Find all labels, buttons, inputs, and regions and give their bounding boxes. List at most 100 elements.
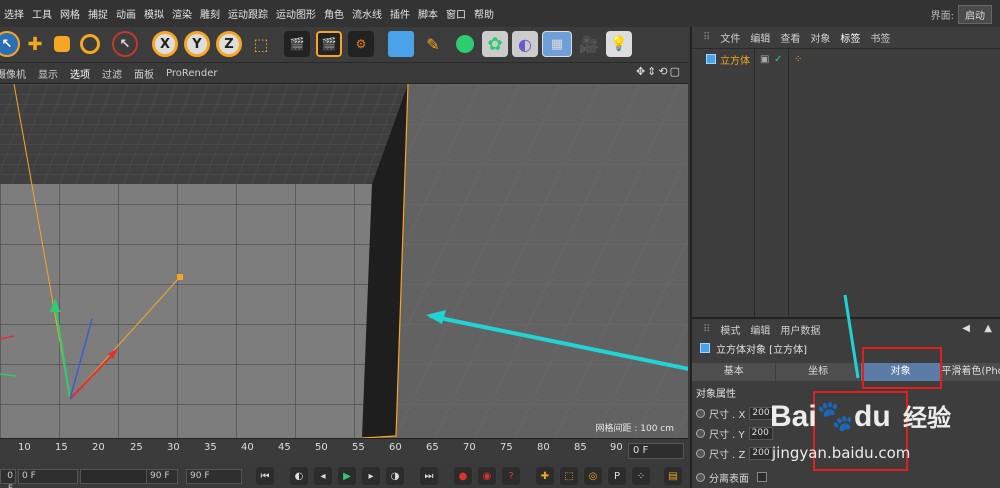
objmgr-menu-view[interactable]: 查看 xyxy=(775,30,805,45)
menu-simulate[interactable]: 模拟 xyxy=(140,6,168,21)
tab-phong[interactable]: 平滑着色(Pho xyxy=(941,363,1000,381)
size-z-radio[interactable] xyxy=(696,448,705,458)
key-point-icon[interactable]: ⁘ xyxy=(632,467,650,485)
menu-select[interactable]: 选择 xyxy=(0,6,28,21)
size-x-label: 尺寸 . X xyxy=(709,409,746,421)
menu-animate[interactable]: 动画 xyxy=(112,6,140,21)
phong-tag-icon[interactable]: ⁘ xyxy=(794,54,802,65)
previous-key-icon[interactable]: ◐ xyxy=(290,467,308,485)
attr-menu-edit[interactable]: 编辑 xyxy=(745,322,775,337)
menu-character[interactable]: 角色 xyxy=(320,6,348,21)
objmgr-menu-bookmarks[interactable]: 书签 xyxy=(865,30,895,45)
play-icon[interactable]: ▶ xyxy=(338,467,356,485)
object-manager: ⠿ 文件 编辑 查看 对象 标签 书签 立方体 ▣ ✓ ⁘ xyxy=(690,27,1000,317)
cube-primitive-icon[interactable] xyxy=(388,31,414,57)
viewport-menu-panel[interactable]: 面板 xyxy=(128,66,160,81)
timeline-tick: 45 xyxy=(278,442,291,453)
range-start-field[interactable]: 0 F xyxy=(18,469,78,484)
viewport-menu-options[interactable]: 选项 xyxy=(64,66,96,81)
separate-surfaces-checkbox[interactable] xyxy=(757,472,767,482)
timeline-tick: 85 xyxy=(574,442,587,453)
object-name[interactable]: 立方体 xyxy=(720,52,750,67)
next-frame-icon[interactable]: ▸ xyxy=(362,467,380,485)
menu-pipeline[interactable]: 流水线 xyxy=(348,6,386,21)
autokey-icon[interactable]: ◉ xyxy=(478,467,496,485)
next-key-icon[interactable]: ◑ xyxy=(386,467,404,485)
grip-icon[interactable]: ⠿ xyxy=(698,32,715,43)
visibility-toggle-icon[interactable]: ▣ xyxy=(760,54,769,65)
render-settings-icon[interactable]: ⚙ xyxy=(348,31,374,57)
objmgr-menu-objects[interactable]: 对象 xyxy=(805,30,835,45)
subdivision-surface-icon[interactable] xyxy=(456,35,474,53)
tab-coord[interactable]: 坐标 xyxy=(776,363,860,381)
render-picture-viewer-icon[interactable]: 🎬 xyxy=(316,31,342,57)
pen-spline-icon[interactable]: ✎ xyxy=(420,31,446,57)
menu-script[interactable]: 脚本 xyxy=(414,6,442,21)
separate-surfaces-row: 分离表面 xyxy=(696,469,767,485)
menu-render[interactable]: 渲染 xyxy=(168,6,196,21)
min-frame-field[interactable]: 0 F xyxy=(0,469,16,488)
z-axis-lock-icon[interactable]: Z xyxy=(216,31,242,57)
objmgr-menu-tags[interactable]: 标签 xyxy=(835,30,865,45)
separate-surfaces-radio[interactable] xyxy=(696,472,705,482)
size-y-radio[interactable] xyxy=(696,428,705,438)
parameter-handle[interactable] xyxy=(177,274,183,280)
key-rotation-icon[interactable]: ◎ xyxy=(584,467,602,485)
timeline-ruler[interactable]: 10 15 20 25 30 35 40 45 50 55 60 65 70 7… xyxy=(0,438,688,464)
menu-mesh[interactable]: 网格 xyxy=(56,6,84,21)
y-axis-lock-icon[interactable]: Y xyxy=(184,31,210,57)
tab-basic[interactable]: 基本 xyxy=(692,363,776,381)
go-to-start-icon[interactable]: ⏮ xyxy=(256,467,274,485)
move-icon[interactable]: ✚ xyxy=(22,31,48,57)
attr-menu-userdata[interactable]: 用户数据 xyxy=(775,322,825,337)
viewport-menu-prorender[interactable]: ProRender xyxy=(160,68,223,79)
rotate-icon[interactable] xyxy=(80,34,100,54)
viewport-navigation-icons[interactable]: ✥⇕⟲▢ xyxy=(636,65,682,78)
viewport-menu-filter[interactable]: 过滤 xyxy=(96,66,128,81)
objmgr-menu-file[interactable]: 文件 xyxy=(715,30,745,45)
menu-window[interactable]: 窗口 xyxy=(442,6,470,21)
live-select-icon[interactable]: ↖ xyxy=(0,31,20,57)
keyframe-selection-icon[interactable]: ? xyxy=(502,467,520,485)
timeline-icon[interactable]: ▤ xyxy=(664,467,682,485)
key-parameter-icon[interactable]: P xyxy=(608,467,626,485)
key-scale-icon[interactable]: ⬚ xyxy=(560,467,578,485)
size-x-radio[interactable] xyxy=(696,408,705,418)
go-to-end-icon[interactable]: ⏭ xyxy=(420,467,438,485)
key-position-icon[interactable]: ✚ xyxy=(536,467,554,485)
object-row-cube[interactable]: 立方体 ▣ ✓ ⁘ xyxy=(692,51,1000,67)
enabled-check-icon[interactable]: ✓ xyxy=(774,54,782,65)
recent-tool-icon[interactable]: ↖ xyxy=(112,31,138,57)
attr-menu-mode[interactable]: 模式 xyxy=(715,322,745,337)
cloner-icon[interactable]: ✿ xyxy=(482,31,508,57)
range-end-field[interactable]: 90 F xyxy=(146,469,178,484)
record-active-objects-icon[interactable]: ● xyxy=(454,467,472,485)
menu-tools[interactable]: 工具 xyxy=(28,6,56,21)
light-icon[interactable]: 💡 xyxy=(606,31,632,57)
deformer-icon[interactable]: ◐ xyxy=(512,31,538,57)
coordinate-system-icon[interactable]: ⬚ xyxy=(248,31,274,57)
floor-icon[interactable]: ▦ xyxy=(542,31,572,57)
menu-snap[interactable]: 捕捉 xyxy=(84,6,112,21)
menu-plugins[interactable]: 插件 xyxy=(386,6,414,21)
menu-motion-tracking[interactable]: 运动跟踪 xyxy=(224,6,272,21)
fps-field[interactable]: 90 F xyxy=(186,469,242,484)
current-frame-field[interactable]: 0 F xyxy=(628,443,684,459)
viewport-menu-cameras[interactable]: 摄像机 xyxy=(0,66,32,81)
back-arrow-icon[interactable]: ◀ xyxy=(962,323,970,334)
camera-icon[interactable]: 🎥 xyxy=(576,31,602,57)
perspective-viewport[interactable]: 网格间距 : 100 cm xyxy=(0,84,688,438)
scale-icon[interactable] xyxy=(54,36,70,52)
viewport-menu-display[interactable]: 显示 xyxy=(32,66,64,81)
objmgr-menu-edit[interactable]: 编辑 xyxy=(745,30,775,45)
attribute-title: 立方体对象 [立方体] xyxy=(716,344,807,356)
layout-dropdown[interactable]: 启动 xyxy=(958,5,992,24)
render-view-icon[interactable]: 🎬 xyxy=(284,31,310,57)
x-axis-lock-icon[interactable]: X xyxy=(152,31,178,57)
up-arrow-icon[interactable]: ▲ xyxy=(984,323,992,334)
menu-help[interactable]: 帮助 xyxy=(470,6,498,21)
previous-frame-icon[interactable]: ◂ xyxy=(314,467,332,485)
menu-sculpt[interactable]: 雕刻 xyxy=(196,6,224,21)
grip-icon[interactable]: ⠿ xyxy=(698,324,715,335)
menu-mograph[interactable]: 运动图形 xyxy=(272,6,320,21)
